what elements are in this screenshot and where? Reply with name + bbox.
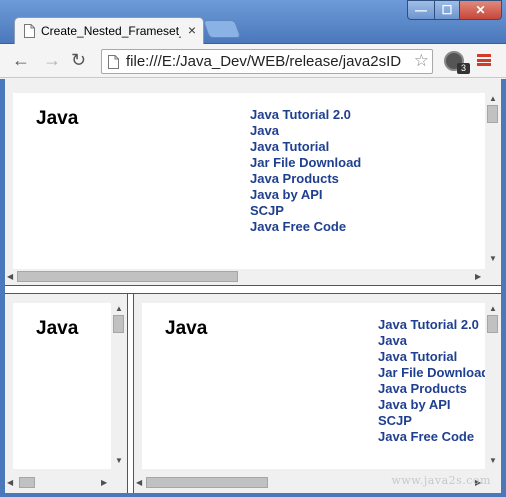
top-frame: Java Java Tutorial 2.0 Java Java Tutoria… [5,79,501,285]
bottom-right-document: Java Java Tutorial 2.0 Java Java Tutoria… [142,303,485,469]
link-java[interactable]: Java [378,333,485,349]
extension-icon[interactable]: 3 [444,51,470,74]
scroll-up-icon[interactable]: ▲ [489,95,497,103]
watermark: www.java2s.com [391,474,491,487]
frame-divider[interactable] [5,285,501,294]
bottom-right-frame: Java Java Tutorial 2.0 Java Java Tutoria… [134,294,501,493]
minimize-button[interactable]: — [407,0,435,20]
close-icon[interactable]: × [188,22,196,38]
maximize-button[interactable]: ☐ [434,0,460,20]
menu-icon[interactable] [477,54,491,66]
frame-divider[interactable] [127,294,134,493]
link-java-free-code[interactable]: Java Free Code [378,429,485,445]
scroll-right-icon[interactable]: ▶ [475,273,481,281]
link-java-by-api[interactable]: Java by API [250,187,361,203]
link-java-tutorial-2[interactable]: Java Tutorial 2.0 [250,107,361,123]
maximize-icon: ☐ [441,3,453,17]
scroll-down-icon[interactable]: ▼ [115,457,123,465]
scroll-thumb[interactable] [487,105,498,123]
frame-heading: Java [165,318,208,339]
browser-toolbar: ← → ↻ file:///E:/Java_Dev/WEB/release/ja… [0,44,506,78]
scroll-up-icon[interactable]: ▲ [489,305,497,313]
bottom-left-document: Java [13,303,111,469]
link-scjp[interactable]: SCJP [250,203,361,219]
link-java[interactable]: Java [250,123,361,139]
frame-heading: Java [36,108,79,129]
horizontal-scrollbar[interactable]: ◀ ▶ [5,475,111,491]
scroll-down-icon[interactable]: ▼ [489,457,497,465]
link-scjp[interactable]: SCJP [378,413,485,429]
frameset-content: Java Java Tutorial 2.0 Java Java Tutoria… [0,79,506,497]
horizontal-scrollbar[interactable]: ◀ ▶ [5,269,485,285]
scroll-left-icon[interactable]: ◀ [136,479,142,487]
scroll-left-icon[interactable]: ◀ [7,479,13,487]
scroll-thumb[interactable] [113,315,124,333]
scroll-down-icon[interactable]: ▼ [489,255,497,263]
link-java-tutorial[interactable]: Java Tutorial [250,139,361,155]
browser-tab[interactable]: Create_Nested_Frameset_i × [14,17,204,44]
reload-icon[interactable]: ↻ [71,51,86,69]
back-arrow-icon[interactable]: ← [12,51,30,69]
link-java-tutorial-2[interactable]: Java Tutorial 2.0 [378,317,485,333]
link-java-products[interactable]: Java Products [250,171,361,187]
link-java-tutorial[interactable]: Java Tutorial [378,349,485,365]
link-jar-file-download[interactable]: Jar File Download [378,365,485,381]
link-java-free-code[interactable]: Java Free Code [250,219,361,235]
scroll-up-icon[interactable]: ▲ [115,305,123,313]
bottom-left-frame: Java ▲ ▼ ◀ ▶ [5,294,127,493]
top-frame-document: Java Java Tutorial 2.0 Java Java Tutoria… [13,93,485,269]
vertical-scrollbar[interactable]: ▲ ▼ [485,93,501,269]
window-titlebar: Create_Nested_Frameset_i × — ☐ ✕ [0,0,506,44]
link-list: Java Tutorial 2.0 Java Java Tutorial Jar… [378,317,485,445]
scroll-right-icon[interactable]: ▶ [101,479,107,487]
scroll-thumb[interactable] [487,315,498,333]
extension-badge: 3 [457,63,470,74]
close-window-icon: ✕ [475,3,486,17]
vertical-scrollbar[interactable]: ▲ ▼ [485,303,501,469]
close-window-button[interactable]: ✕ [459,0,502,20]
address-bar[interactable]: file:///E:/Java_Dev/WEB/release/java2sID… [101,49,433,74]
frame-heading: Java [36,318,79,339]
scroll-thumb[interactable] [146,477,268,488]
star-icon[interactable]: ☆ [414,51,429,71]
minimize-icon: — [415,3,427,17]
new-tab-button[interactable] [202,20,242,38]
link-list: Java Tutorial 2.0 Java Java Tutorial Jar… [250,107,361,235]
link-java-products[interactable]: Java Products [378,381,485,397]
vertical-scrollbar[interactable]: ▲ ▼ [111,303,127,469]
page-icon [24,24,35,38]
scroll-thumb[interactable] [19,477,35,488]
scroll-thumb[interactable] [17,271,238,282]
page-icon [108,55,119,69]
link-jar-file-download[interactable]: Jar File Download [250,155,361,171]
link-java-by-api[interactable]: Java by API [378,397,485,413]
tab-title: Create_Nested_Frameset_i [41,24,181,38]
scroll-left-icon[interactable]: ◀ [7,273,13,281]
forward-arrow-icon[interactable]: → [43,51,61,69]
url-text[interactable]: file:///E:/Java_Dev/WEB/release/java2sID [126,53,411,70]
